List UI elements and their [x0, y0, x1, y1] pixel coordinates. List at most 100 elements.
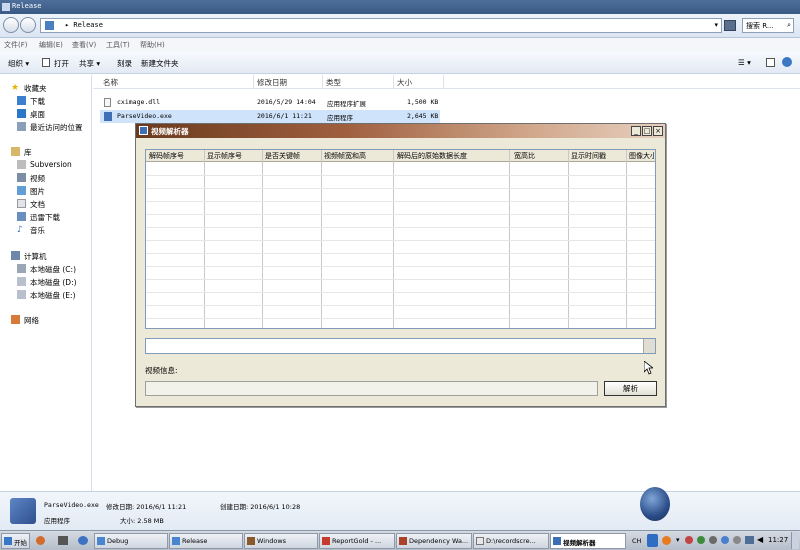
- col-display-index[interactable]: 显示帧序号: [207, 151, 261, 161]
- nav-thunder-downloads[interactable]: 迅雷下载: [30, 212, 60, 223]
- nav-music[interactable]: 音乐: [30, 225, 45, 236]
- chevron-down-icon[interactable]: ▾: [714, 21, 718, 29]
- tray-icon-5[interactable]: [733, 536, 741, 544]
- input-method-icon[interactable]: [662, 536, 671, 545]
- task-recordscreen[interactable]: D:\recordscre...: [473, 533, 549, 549]
- star-icon: ★: [11, 83, 20, 93]
- task-release[interactable]: Release: [169, 533, 243, 549]
- clock[interactable]: 11:27: [768, 536, 788, 544]
- help-icon[interactable]: [782, 57, 792, 67]
- refresh-icon[interactable]: [724, 20, 736, 31]
- app-icon: [553, 537, 561, 545]
- details-size: 大小: 2.58 MB: [120, 517, 164, 525]
- path-input[interactable]: [145, 338, 656, 354]
- maximize-button[interactable]: □: [642, 126, 652, 136]
- volume-icon[interactable]: ◀: [757, 535, 763, 544]
- browser-icon[interactable]: [78, 536, 88, 545]
- preview-pane-icon[interactable]: [766, 58, 775, 67]
- back-button[interactable]: [3, 17, 19, 33]
- language-indicator[interactable]: CH: [632, 537, 641, 545]
- input-side-button[interactable]: [643, 339, 655, 353]
- file-row[interactable]: cximage.dll 2016/5/29 14:04 应用程序扩展 1,500…: [100, 96, 440, 109]
- col-frame-size[interactable]: 视频帧宽和高: [324, 151, 388, 161]
- nav-videos[interactable]: 视频: [30, 173, 45, 184]
- file-name: cximage.dll: [117, 98, 161, 106]
- tray-icon-3[interactable]: [709, 536, 717, 544]
- burn-button[interactable]: 刻录: [117, 58, 132, 69]
- video-parser-dialog: 视频解析器 _ □ × 解码帧序号 显示帧序号 是否关键帧 视频帧宽和高 解码后…: [135, 123, 666, 407]
- forward-button[interactable]: [20, 17, 36, 33]
- subversion-icon: [17, 160, 26, 169]
- menu-view[interactable]: 查看(V): [72, 40, 96, 50]
- nav-network[interactable]: 网络: [24, 315, 39, 326]
- nav-favorites[interactable]: 收藏夹: [24, 83, 47, 94]
- minimize-button[interactable]: _: [631, 126, 641, 136]
- network-tray-icon[interactable]: [745, 536, 754, 544]
- nav-drive-e[interactable]: 本地磁盘 (E:): [30, 290, 76, 301]
- address-bar[interactable]: ▸ Release ▾: [40, 18, 722, 33]
- details-pane: ParseVideo.exe 修改日期: 2016/6/1 11:21 创建日期…: [0, 487, 800, 530]
- col-aspect-ratio[interactable]: 宽高比: [514, 151, 568, 161]
- qq-icon[interactable]: [647, 534, 658, 547]
- show-desktop-button[interactable]: [791, 532, 799, 549]
- column-modified[interactable]: 修改日期: [257, 77, 287, 88]
- tray-icon-4[interactable]: [721, 536, 729, 544]
- menu-tools[interactable]: 工具(T): [106, 40, 130, 50]
- organize-button[interactable]: 组织 ▾: [8, 58, 29, 69]
- menu-file[interactable]: 文件(F): [4, 40, 28, 50]
- menu-help[interactable]: 帮助(H): [140, 40, 165, 50]
- column-name[interactable]: 名称: [103, 77, 118, 88]
- windows-start-icon: [4, 537, 12, 545]
- nav-drive-d[interactable]: 本地磁盘 (D:): [30, 277, 77, 288]
- new-folder-button[interactable]: 新建文件夹: [141, 58, 179, 69]
- file-row-selected[interactable]: ParseVideo.exe 2016/6/1 11:21 应用程序 2,645…: [100, 110, 440, 123]
- nav-pictures[interactable]: 图片: [30, 186, 45, 197]
- column-type[interactable]: 类型: [326, 77, 341, 88]
- folder-icon: [172, 537, 180, 545]
- views-button[interactable]: ☰ ▾: [738, 58, 751, 67]
- nav-drive-c[interactable]: 本地磁盘 (C:): [30, 264, 76, 275]
- col-decode-index[interactable]: 解码帧序号: [149, 151, 203, 161]
- col-timestamp[interactable]: 显示时间戳: [571, 151, 625, 161]
- address-row: ▸ Release ▾ 搜索 R... ⌕: [0, 14, 800, 38]
- column-size[interactable]: 大小: [397, 77, 412, 88]
- close-button[interactable]: ×: [653, 126, 663, 136]
- search-icon[interactable]: ⌕: [787, 21, 791, 30]
- tray-icon-2[interactable]: [697, 536, 705, 544]
- nav-computer[interactable]: 计算机: [24, 251, 47, 262]
- file-list-header: 名称 修改日期 类型 大小: [93, 75, 800, 89]
- nav-desktop[interactable]: 桌面: [30, 109, 45, 120]
- details-modified: 修改日期: 2016/6/1 11:21: [106, 503, 187, 511]
- task-label: Dependency Wa...: [409, 537, 469, 545]
- task-debug[interactable]: Debug: [94, 533, 168, 549]
- task-reportgold[interactable]: ReportGold - ...: [319, 533, 395, 549]
- file-type: 应用程序: [327, 114, 353, 122]
- menu-edit[interactable]: 编辑(E): [39, 40, 63, 50]
- col-raw-length[interactable]: 解码后的原始数据长度: [397, 151, 507, 161]
- start-button[interactable]: 开始: [1, 533, 30, 549]
- video-info-label: 视频信息:: [145, 366, 178, 375]
- nav-downloads[interactable]: 下载: [30, 96, 45, 107]
- dialog-title-bar[interactable]: 视频解析器 _ □ ×: [136, 124, 665, 138]
- search-input[interactable]: 搜索 R... ⌕: [742, 18, 794, 33]
- frame-table-header: 解码帧序号 显示帧序号 是否关键帧 视频帧宽和高 解码后的原始数据长度 宽高比 …: [146, 150, 655, 162]
- nav-subversion[interactable]: Subversion: [30, 160, 72, 169]
- exe-file-icon: [104, 112, 112, 121]
- task-dependency-walker[interactable]: Dependency Wa...: [396, 533, 472, 549]
- frame-table[interactable]: 解码帧序号 显示帧序号 是否关键帧 视频帧宽和高 解码后的原始数据长度 宽高比 …: [145, 149, 656, 329]
- task-video-parser[interactable]: 视频解析器: [550, 533, 626, 549]
- task-windows[interactable]: Windows: [244, 533, 318, 549]
- col-image-size[interactable]: 图像大小: [629, 151, 655, 161]
- tray-icon-1[interactable]: [685, 536, 693, 544]
- mouse-cursor: [644, 361, 653, 375]
- nav-libraries[interactable]: 库: [24, 147, 32, 158]
- quicklaunch-icon[interactable]: [36, 536, 45, 545]
- open-button[interactable]: 打开: [54, 58, 69, 69]
- col-keyframe[interactable]: 是否关键帧: [265, 151, 319, 161]
- tray-arrow-icon[interactable]: ▾: [676, 536, 680, 544]
- nav-documents[interactable]: 文档: [30, 199, 45, 210]
- nav-recent-places[interactable]: 最近访问的位置: [30, 122, 83, 133]
- show-desktop-icon[interactable]: [58, 536, 68, 545]
- parse-button[interactable]: 解析: [604, 381, 657, 396]
- share-button[interactable]: 共享 ▾: [79, 58, 100, 69]
